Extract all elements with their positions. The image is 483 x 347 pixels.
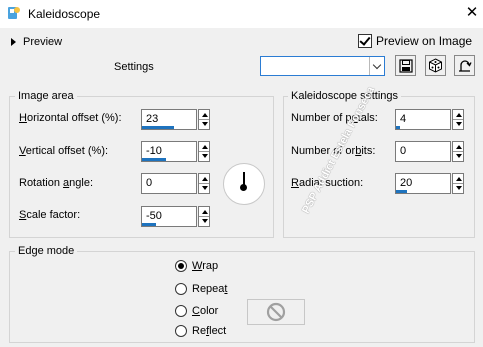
arrow-down-icon	[202, 219, 208, 223]
save-preset-button[interactable]	[395, 55, 416, 76]
vertical-offset-label: Vertical offset (%):	[19, 145, 109, 157]
checkbox-checked-icon[interactable]	[358, 34, 372, 48]
preview-toggle-label: Preview	[23, 36, 63, 48]
horizontal-offset-stepper[interactable]	[198, 109, 210, 130]
edge-color-swatch[interactable]	[247, 299, 305, 325]
arrow-up-icon	[202, 210, 208, 214]
combo-dropdown-button[interactable]	[369, 57, 384, 75]
radial-suction-slider[interactable]	[396, 190, 407, 193]
reset-defaults-button[interactable]	[454, 55, 475, 76]
edge-mode-group	[9, 251, 475, 343]
radio-unselected-icon[interactable]	[175, 283, 187, 295]
rotation-angle-spinbox[interactable]: 0	[141, 173, 211, 194]
radio-unselected-icon[interactable]	[175, 325, 187, 337]
scale-factor-stepper[interactable]	[198, 206, 210, 227]
arrow-down-icon	[456, 154, 462, 158]
edge-mode-repeat-radio[interactable]: Repeat	[175, 283, 227, 295]
scale-factor-slider[interactable]	[142, 223, 156, 226]
orbits-spinbox[interactable]: 0	[395, 141, 465, 162]
edge-mode-wrap-radio[interactable]: Wrap	[175, 260, 218, 272]
arrow-down-icon	[202, 154, 208, 158]
preset-combo[interactable]	[260, 56, 385, 76]
rotation-angle-input[interactable]: 0	[141, 173, 197, 194]
expand-triangle-icon	[11, 38, 16, 46]
radial-suction-stepper[interactable]	[452, 173, 464, 194]
save-preset-icon	[398, 58, 413, 73]
petals-spinbox[interactable]: 4	[395, 109, 465, 130]
petals-stepper[interactable]	[452, 109, 464, 130]
rotation-angle-label: Rotation angle:	[19, 177, 94, 189]
preview-on-image-checkbox[interactable]: Preview on Image	[358, 33, 472, 49]
arrow-up-icon	[456, 113, 462, 117]
close-button[interactable]: ✕	[464, 4, 480, 22]
settings-label: Settings	[114, 61, 154, 73]
randomize-button[interactable]	[425, 55, 446, 76]
vertical-offset-slider[interactable]	[142, 158, 166, 161]
petals-label: Number of petals:	[291, 112, 378, 124]
preview-on-image-label: Preview on Image	[376, 34, 473, 48]
radial-suction-spinbox[interactable]: 20	[395, 173, 465, 194]
arrow-down-icon	[202, 186, 208, 190]
vertical-offset-spinbox[interactable]: -10	[141, 141, 211, 162]
horizontal-offset-slider[interactable]	[142, 126, 174, 129]
edge-mode-color-radio[interactable]: Color	[175, 305, 218, 317]
arrow-down-icon	[456, 186, 462, 190]
horizontal-offset-label: Horizontal offset (%):	[19, 112, 122, 124]
randomize-dice-icon	[429, 58, 442, 73]
preview-toggle[interactable]: Preview	[11, 34, 62, 50]
arrow-down-icon	[202, 122, 208, 126]
arrow-up-icon	[202, 145, 208, 149]
arrow-up-icon	[456, 177, 462, 181]
title-bar: Kaleidoscope ✕	[0, 0, 483, 28]
vertical-offset-stepper[interactable]	[198, 141, 210, 162]
orbits-stepper[interactable]	[452, 141, 464, 162]
no-color-icon	[266, 302, 286, 322]
chevron-down-icon	[372, 60, 382, 69]
kaleidoscope-settings-title: Kaleidoscope settings	[288, 90, 402, 102]
close-icon: ✕	[465, 4, 479, 21]
horizontal-offset-spinbox[interactable]: 23	[141, 109, 211, 130]
scale-factor-label: Scale factor:	[19, 209, 81, 221]
image-area-title: Image area	[15, 90, 77, 102]
edge-mode-title: Edge mode	[15, 245, 78, 257]
petals-input[interactable]: 4	[395, 109, 451, 130]
radio-selected-icon[interactable]	[175, 260, 187, 272]
reset-defaults-icon	[459, 60, 472, 72]
rotation-angle-stepper[interactable]	[198, 173, 210, 194]
window-title: Kaleidoscope	[28, 7, 101, 21]
arrow-up-icon	[202, 177, 208, 181]
radio-unselected-icon[interactable]	[175, 305, 187, 317]
rotation-dial[interactable]	[223, 163, 265, 205]
psp-app-icon	[8, 7, 20, 19]
arrow-down-icon	[456, 122, 462, 126]
petals-slider[interactable]	[396, 126, 400, 129]
arrow-up-icon	[456, 145, 462, 149]
orbits-input[interactable]: 0	[395, 141, 451, 162]
edge-mode-reflect-radio[interactable]: Reflect	[175, 325, 226, 337]
arrow-up-icon	[202, 113, 208, 117]
scale-factor-spinbox[interactable]: -50	[141, 206, 211, 227]
